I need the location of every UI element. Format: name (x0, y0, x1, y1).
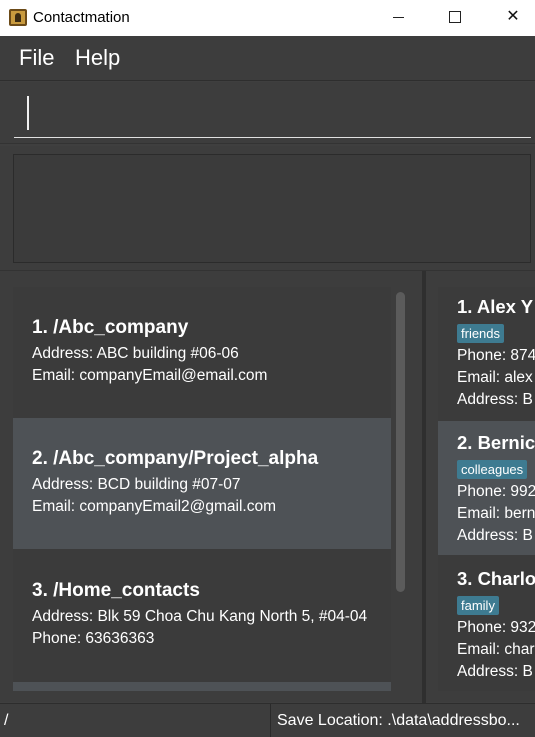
current-path: / (4, 712, 9, 729)
person-phone: Phone: 992 (457, 483, 535, 500)
person-phone: Phone: 874 (457, 347, 535, 364)
group-email: Email: companyEmail@email.com (32, 367, 268, 384)
tag-badge: colleagues (457, 460, 528, 479)
person-phone: Phone: 932 (457, 619, 535, 636)
minimize-button[interactable] (376, 0, 422, 36)
tag-badge: family (457, 596, 499, 615)
scrollbar-thumb[interactable] (396, 292, 405, 592)
save-location: Save Location: .\data\addressbo... (277, 712, 520, 729)
person-name: 2. Bernic (457, 432, 535, 453)
app-contacts-icon (9, 9, 27, 26)
command-box (0, 82, 535, 144)
menu-file[interactable]: File (19, 45, 54, 71)
status-bar: / Save Location: .\data\addressbo... (0, 703, 535, 737)
person-email: Email: char (457, 641, 535, 658)
group-address: Address: ABC building #06-06 (32, 345, 239, 362)
person-address: Address: B (457, 663, 533, 680)
maximize-button[interactable] (432, 0, 478, 36)
person-address: Address: B (457, 391, 533, 408)
menu-bar: File Help (0, 36, 535, 81)
person-name: 1. Alex Y (457, 296, 534, 317)
result-display-panel (0, 146, 535, 270)
split-pane-divider[interactable] (422, 271, 426, 703)
group-card-2[interactable]: 2. /Abc_company/Project_alpha Address: B… (13, 418, 391, 549)
person-email: Email: alex (457, 369, 533, 386)
person-list[interactable]: 1. Alex Y friends Phone: 874 Email: alex… (438, 287, 535, 691)
person-card-1[interactable]: 1. Alex Y friends Phone: 874 Email: alex… (438, 287, 535, 419)
status-path-section: / (0, 704, 271, 737)
group-card-3[interactable]: 3. /Home_contacts Address: Blk 59 Choa C… (13, 550, 391, 682)
window-title: Contactmation (33, 9, 130, 26)
person-card-2[interactable]: 2. Bernic colleagues Phone: 992 Email: b… (438, 421, 535, 555)
person-address: Address: B (457, 527, 533, 544)
command-input[interactable] (14, 90, 531, 138)
group-title: 1. /Abc_company (32, 317, 189, 338)
group-address: Address: BCD building #07-07 (32, 476, 241, 493)
group-title: 3. /Home_contacts (32, 580, 200, 601)
text-caret (27, 96, 29, 130)
tag-badge: friends (457, 324, 505, 343)
lists-panel: 1. /Abc_company Address: ABC building #0… (0, 270, 535, 703)
maximize-icon (449, 11, 461, 23)
group-phone: Phone: 63636363 (32, 630, 155, 647)
close-icon: ✕ (506, 8, 520, 25)
group-email: Email: companyEmail2@gmail.com (32, 498, 277, 515)
group-card-1[interactable]: 1. /Abc_company Address: ABC building #0… (13, 287, 391, 417)
result-display (13, 154, 531, 263)
person-email: Email: bern (457, 505, 535, 522)
group-list[interactable]: 1. /Abc_company Address: ABC building #0… (13, 287, 391, 691)
minimize-icon (393, 17, 404, 18)
close-button[interactable]: ✕ (490, 0, 535, 36)
group-address: Address: Blk 59 Choa Chu Kang North 5, #… (32, 608, 368, 625)
group-card-4[interactable] (13, 682, 391, 691)
title-bar: Contactmation ✕ (0, 0, 535, 36)
person-card-3[interactable]: 3. Charlo family Phone: 932 Email: char … (438, 557, 535, 691)
person-name: 3. Charlo (457, 568, 535, 589)
group-title: 2. /Abc_company/Project_alpha (32, 448, 319, 469)
menu-help[interactable]: Help (75, 45, 120, 71)
